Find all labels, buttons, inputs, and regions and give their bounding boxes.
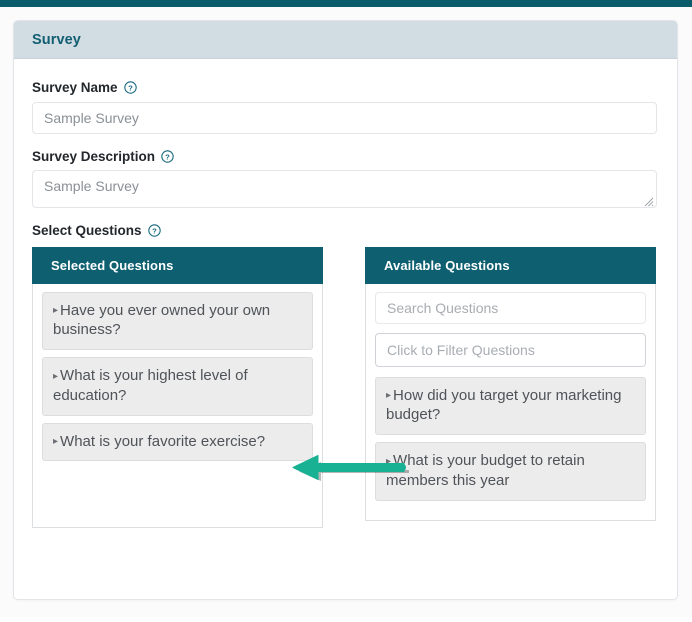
caret-right-icon: ▸: [53, 436, 59, 448]
filter-questions-placeholder: Click to Filter Questions: [387, 341, 535, 358]
list-item[interactable]: ▸ What is your highest level of education…: [42, 357, 313, 416]
survey-name-field-group: Survey Name ? Sample Survey: [32, 81, 659, 134]
select-questions-label-row: Select Questions ?: [32, 224, 659, 238]
list-item[interactable]: ▸ How did you target your marketing budge…: [375, 376, 646, 436]
search-input[interactable]: Search Questions: [375, 291, 646, 324]
textarea-resize-handle[interactable]: [643, 194, 654, 207]
caret-right-icon: ▸: [53, 370, 59, 382]
caret-right-icon: ▸: [53, 304, 59, 316]
help-circle-icon[interactable]: ?: [123, 81, 137, 94]
survey-name-input-value: Sample Survey: [44, 109, 139, 126]
survey-name-label: Survey Name: [32, 80, 118, 95]
list-item-label: Have you ever owned your own business?: [53, 301, 271, 339]
svg-text:?: ?: [165, 152, 170, 161]
top-accent-bar: [0, 0, 692, 7]
selected-questions-header: Selected Questions: [32, 246, 323, 284]
survey-description-label: Survey Description: [32, 148, 156, 164]
list-item[interactable]: ▸ What is your favorite exercise?: [42, 422, 313, 462]
list-item-label: How did you target your marketing budget…: [386, 386, 622, 424]
selected-questions-list[interactable]: ▸ Have you ever owned your own business? …: [32, 283, 323, 528]
available-questions-header: Available Questions: [365, 246, 656, 284]
list-item[interactable]: ▸ What is your budget to retain members t…: [375, 442, 646, 501]
page-title: Survey: [32, 31, 81, 48]
list-item[interactable]: ▸ Have you ever owned your own business?: [42, 291, 313, 351]
select-questions-label: Select Questions: [32, 223, 142, 238]
survey-description-textarea[interactable]: Sample Survey: [32, 170, 657, 208]
survey-description-textarea-value: Sample Survey: [44, 178, 139, 194]
survey-description-label-row: Survey Description ?: [32, 148, 659, 164]
filter-questions-select[interactable]: Click to Filter Questions: [375, 332, 646, 367]
survey-card-body: Survey Name ? Sample Survey Survey Descr…: [14, 59, 677, 599]
available-questions-header-label: Available Questions: [384, 257, 510, 273]
selected-questions-panel: Selected Questions ▸ Have you ever owned …: [32, 246, 323, 528]
svg-text:?: ?: [128, 84, 133, 93]
available-questions-panel: Available Questions Search Questions Cli…: [365, 246, 656, 528]
caret-right-icon: ▸: [386, 455, 392, 467]
dual-list-container: Selected Questions ▸ Have you ever owned …: [32, 246, 659, 528]
survey-name-input[interactable]: Sample Survey: [32, 101, 657, 134]
help-circle-icon[interactable]: ?: [147, 224, 161, 237]
survey-name-label-row: Survey Name ?: [32, 81, 659, 95]
list-item-label: What is your favorite exercise?: [60, 432, 266, 450]
svg-text:?: ?: [152, 227, 157, 236]
search-input-placeholder: Search Questions: [387, 299, 499, 316]
caret-right-icon: ▸: [386, 389, 392, 401]
available-questions-list[interactable]: Search Questions Click to Filter Questio…: [365, 283, 656, 521]
selected-questions-header-label: Selected Questions: [51, 257, 174, 273]
help-circle-icon[interactable]: ?: [161, 150, 174, 163]
survey-card: Survey Survey Name ? Sample Survey Surve…: [13, 20, 678, 600]
list-item-label: What is your budget to retain members th…: [386, 452, 585, 489]
survey-description-field-group: Survey Description ? Sample Survey: [32, 148, 659, 208]
select-questions-group: Select Questions ? Selected Questions ▸ …: [32, 224, 659, 528]
list-item-label: What is your highest level of education?: [53, 367, 248, 404]
survey-card-header: Survey: [14, 21, 677, 59]
